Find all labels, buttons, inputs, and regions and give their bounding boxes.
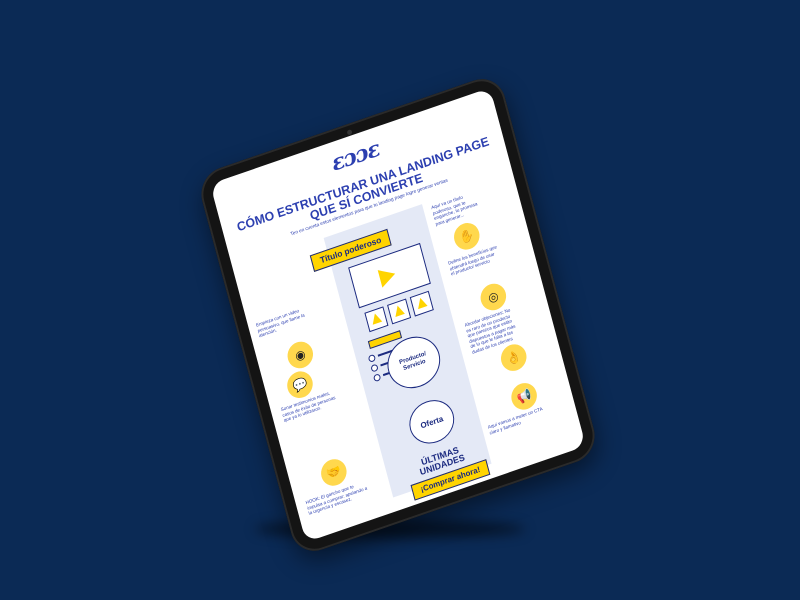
testimonios-note: Sonar testimonios reales, casos de éxito… — [280, 390, 336, 424]
hand-illustration: ✋ — [451, 219, 483, 254]
hook-note: HOOK: El gancho que te impulsa a comprar… — [305, 483, 368, 517]
handshake-illustration: 🤝 — [318, 455, 350, 490]
ok-hand-illustration: 👌 — [498, 340, 530, 375]
titulo-note: Aquí va un título poderoso, que te engan… — [430, 194, 479, 227]
video-note: Empieza con un video persuasivo, que lla… — [255, 308, 306, 339]
beneficios-note: Define los beneficios que obtendrá luego… — [447, 244, 498, 277]
cta-note: Aquí vamos a meter un CTA claro y llamat… — [487, 406, 543, 436]
tablet-screen: ɛɔɔɛ Cómo estructurar una landing page q… — [210, 87, 586, 543]
play-icon — [377, 264, 398, 288]
tablet-device: ɛɔɔɛ Cómo estructurar una landing page q… — [195, 72, 601, 558]
mask-illustration: ◉ — [284, 338, 316, 372]
